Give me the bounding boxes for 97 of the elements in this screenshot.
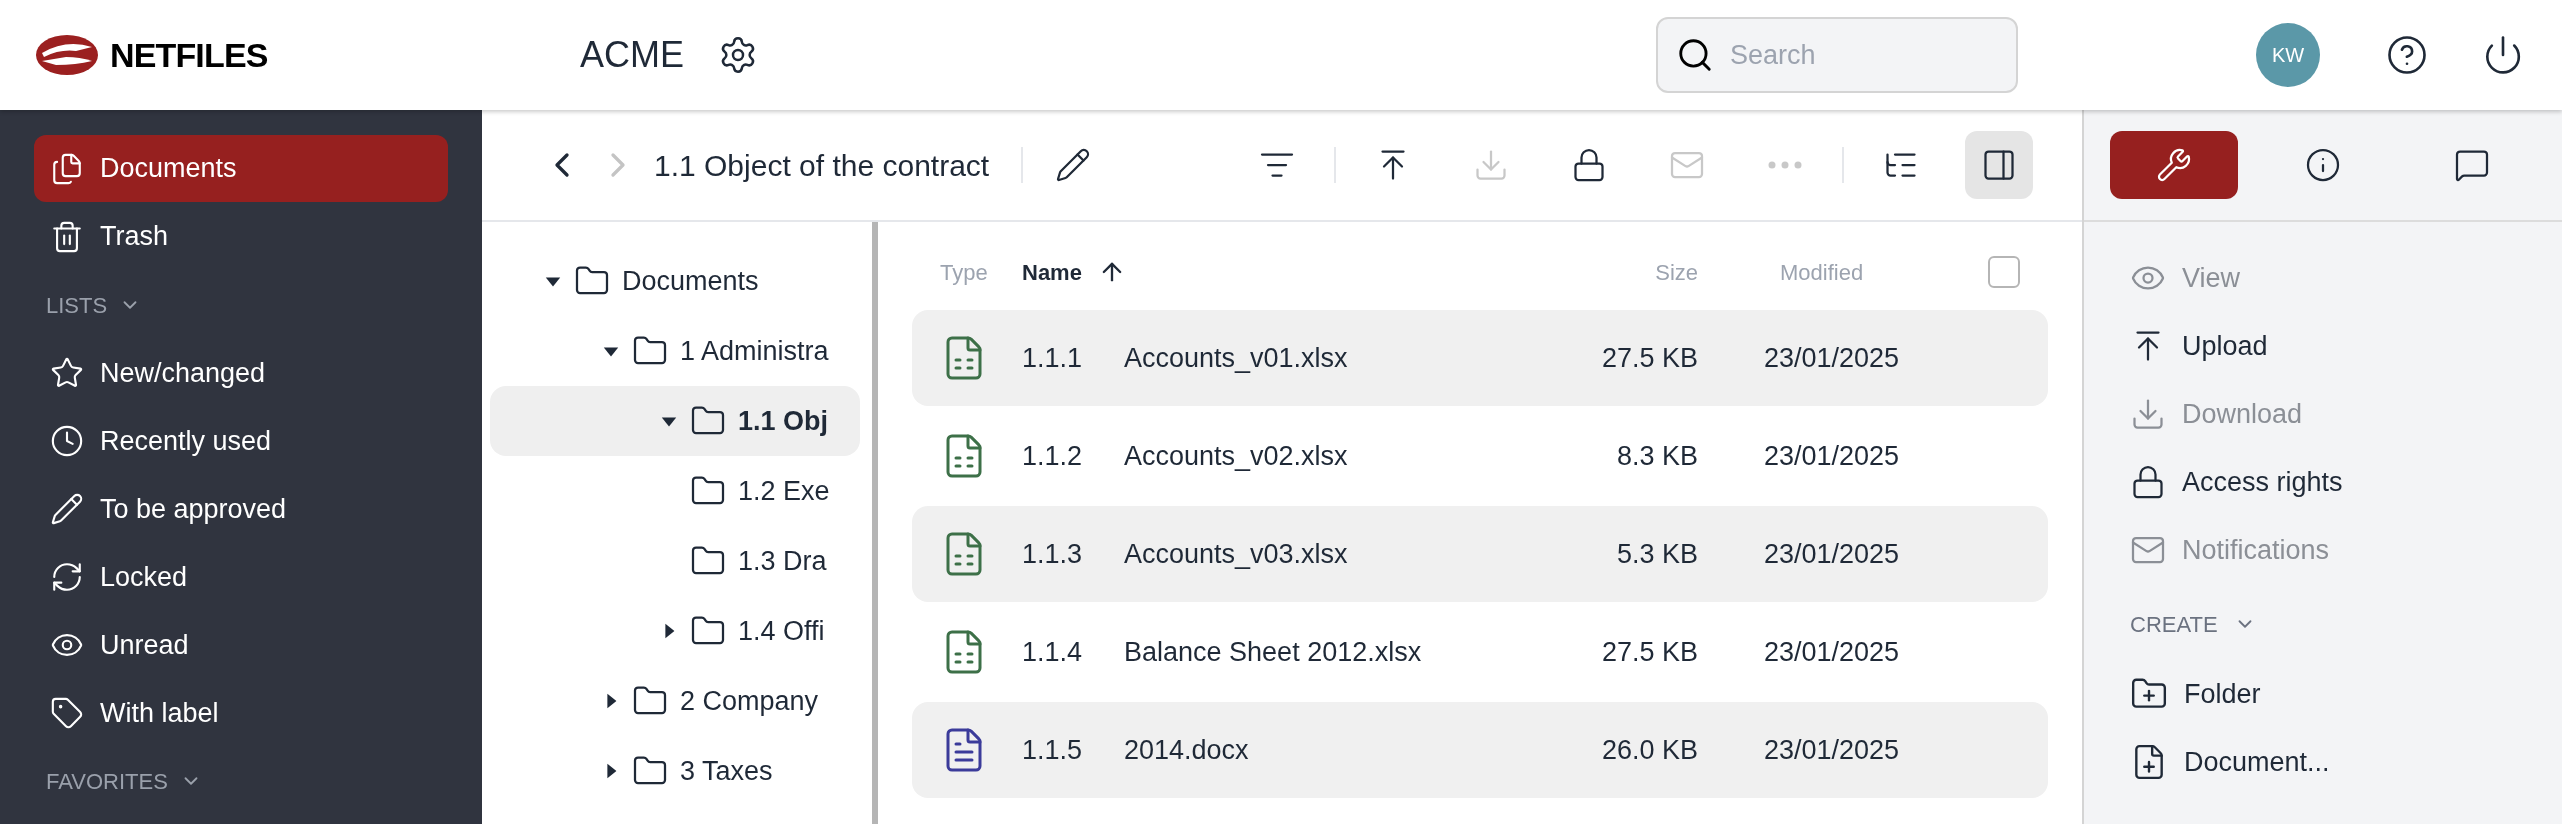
folder-name: Documents bbox=[622, 264, 759, 298]
tree-item[interactable]: 1.4 Offi bbox=[490, 596, 860, 666]
toolbar-button[interactable] bbox=[1965, 131, 2033, 199]
folder-name: 1.2 Exe bbox=[738, 474, 830, 508]
sidebar-label: With label bbox=[100, 696, 219, 730]
sidebar-item[interactable]: Recently used bbox=[34, 407, 448, 475]
section-title: LISTS bbox=[46, 291, 108, 320]
create-item[interactable]: Document... bbox=[2130, 728, 2516, 796]
action-label: Access rights bbox=[2182, 465, 2343, 499]
sidebar-item[interactable]: Locked bbox=[34, 543, 448, 611]
logo-text: NETFILES bbox=[110, 34, 268, 76]
sidebar-label: To be approved bbox=[100, 492, 287, 526]
folder-name: 1.4 Offi bbox=[738, 614, 825, 648]
trash-icon bbox=[50, 219, 84, 254]
action-label: Download bbox=[2182, 397, 2303, 431]
folder-title: 1.1 Object of the contract bbox=[654, 147, 990, 184]
tree-item[interactable]: Documents bbox=[490, 246, 860, 316]
search-field[interactable]: Search bbox=[1656, 17, 2018, 93]
search-icon bbox=[1676, 36, 1714, 74]
clock-icon bbox=[50, 424, 84, 458]
pencil-icon bbox=[50, 492, 84, 526]
file-row[interactable]: 1.1.1 Accounts_v01.xlsx 27.5 KB 23/01/2025 bbox=[912, 310, 2048, 406]
help-icon[interactable] bbox=[2386, 34, 2428, 76]
modified-date: 23/01/2025 bbox=[1763, 537, 1901, 571]
sidebar-item[interactable]: To be approved bbox=[34, 475, 448, 543]
documents-icon bbox=[50, 151, 84, 186]
tree-item[interactable]: 1.1 Obj bbox=[490, 386, 860, 456]
folder-name: 1.3 Dra bbox=[738, 544, 827, 578]
create-label: Document... bbox=[2184, 745, 2330, 779]
file-number: 1.1.2 bbox=[1022, 439, 1084, 473]
section-title: CREATE bbox=[2130, 610, 2218, 639]
file-row[interactable]: 1.1.5 2014.docx 26.0 KB 23/01/2025 bbox=[912, 702, 2048, 798]
file-size: 8.3 KB bbox=[1615, 439, 1698, 473]
section-title: FAVORITES bbox=[46, 767, 168, 796]
sidebar-label: Documents bbox=[100, 152, 237, 186]
file-name: Accounts_v02.xlsx bbox=[1124, 439, 1349, 473]
sidebar-label: Locked bbox=[100, 560, 188, 594]
lock-icon bbox=[1571, 147, 1607, 183]
sidebar-item[interactable]: Unread bbox=[34, 611, 448, 679]
tree-item[interactable]: 1.2 Exe bbox=[490, 456, 860, 526]
folder-name: 3 Taxes bbox=[680, 754, 773, 788]
modified-date: 23/01/2025 bbox=[1763, 439, 1901, 473]
file-number: 1.1.5 bbox=[1022, 733, 1084, 767]
lock-icon bbox=[2130, 464, 2166, 500]
create-item[interactable]: Folder bbox=[2130, 660, 2516, 728]
workspace-name: ACME bbox=[580, 33, 684, 77]
column-header[interactable]: Name bbox=[1022, 255, 1082, 289]
tree-item[interactable]: 1 Administra bbox=[490, 316, 860, 386]
action-label: Notifications bbox=[2182, 533, 2330, 567]
star-icon bbox=[50, 356, 84, 390]
file-size: 27.5 KB bbox=[1600, 341, 1698, 375]
panel-tab[interactable] bbox=[2110, 131, 2239, 199]
comment-icon bbox=[2453, 147, 2490, 183]
tree-item[interactable]: 2 Company bbox=[490, 666, 860, 736]
select-all-checkbox[interactable] bbox=[1988, 256, 2020, 288]
sidebar-item[interactable]: Documents bbox=[34, 135, 448, 202]
folder-name: 2 Company bbox=[680, 684, 819, 718]
modified-date: 23/01/2025 bbox=[1763, 635, 1901, 669]
more-icon bbox=[1768, 161, 1802, 169]
file-row[interactable]: 1.1.3 Accounts_v03.xlsx 5.3 KB 23/01/2025 bbox=[912, 506, 2048, 602]
file-row[interactable]: 1.1.4 Balance Sheet 2012.xlsx 27.5 KB 23/01/2025 bbox=[912, 604, 2048, 700]
action-label: View bbox=[2182, 261, 2241, 295]
sidebar-label: Unread bbox=[100, 628, 189, 662]
file-size: 5.3 KB bbox=[1615, 537, 1698, 571]
file-name: 2014.docx bbox=[1124, 733, 1250, 767]
sidebar-label: Recently used bbox=[100, 424, 272, 458]
tree-item[interactable]: 1.3 Dra bbox=[490, 526, 860, 596]
sidebar-item[interactable]: Trash bbox=[34, 203, 448, 270]
modified-date: 23/01/2025 bbox=[1763, 341, 1901, 375]
sidebar-item[interactable]: With label bbox=[34, 679, 448, 747]
action-label: Upload bbox=[2182, 329, 2268, 363]
file-row[interactable]: 1.1.2 Accounts_v02.xlsx 8.3 KB 23/01/2025 bbox=[912, 408, 2048, 504]
sidebar-label: Trash bbox=[100, 220, 168, 254]
file-number: 1.1.3 bbox=[1022, 537, 1084, 571]
file-number: 1.1.1 bbox=[1022, 341, 1084, 375]
modified-date: 23/01/2025 bbox=[1763, 733, 1901, 767]
file-name: Accounts_v01.xlsx bbox=[1124, 341, 1349, 375]
file-size: 27.5 KB bbox=[1600, 635, 1698, 669]
folder-name: 1.1 Obj bbox=[738, 404, 829, 438]
action-item[interactable]: Upload bbox=[2130, 312, 2516, 380]
rename-icon[interactable] bbox=[1055, 147, 1092, 183]
tree-item[interactable]: 3 Taxes bbox=[490, 736, 860, 806]
folder-name: 1 Administra bbox=[680, 334, 829, 368]
sidebar-label: New/changed bbox=[100, 356, 266, 390]
sidebar-item[interactable]: New/changed bbox=[34, 339, 448, 407]
refresh-icon bbox=[50, 560, 84, 594]
wrench-icon bbox=[2156, 147, 2193, 183]
file-size: 26.0 KB bbox=[1600, 733, 1698, 767]
create-label: Folder bbox=[2184, 677, 2261, 711]
tag-icon bbox=[50, 696, 84, 730]
file-number: 1.1.4 bbox=[1022, 635, 1084, 669]
action-item[interactable]: Access rights bbox=[2130, 448, 2516, 516]
file-name: Accounts_v03.xlsx bbox=[1124, 537, 1349, 571]
info-icon bbox=[2305, 147, 2341, 183]
side-panel-icon bbox=[1981, 147, 2017, 183]
logo-icon bbox=[36, 35, 98, 75]
file-name: Balance Sheet 2012.xlsx bbox=[1124, 635, 1423, 669]
